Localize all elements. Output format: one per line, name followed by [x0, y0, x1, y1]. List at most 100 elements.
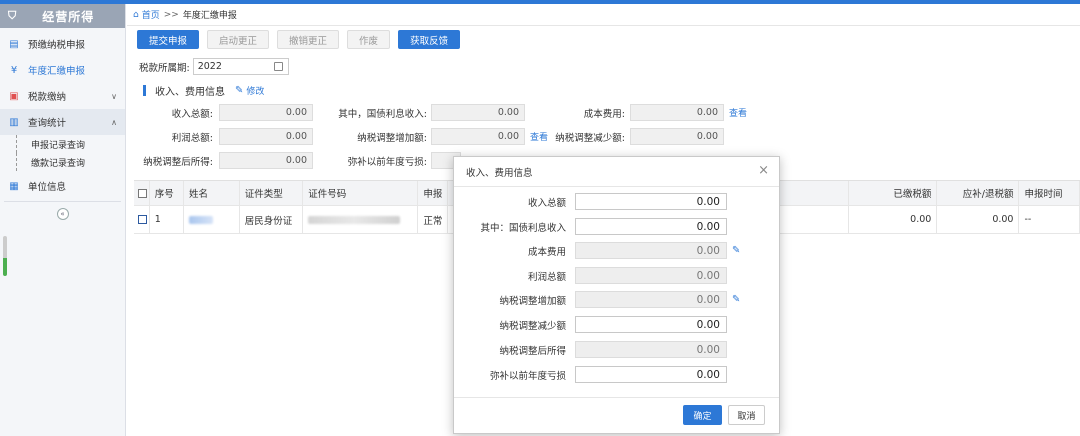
total-income-input: 0.00	[219, 104, 313, 121]
cell-due-refund: 0.00	[937, 206, 1020, 233]
sidebar-item-payment[interactable]: ▣ 税款缴纳 ∨	[0, 83, 125, 109]
field-tax-adj-increase: 纳税调整增加额: 0.00 查看	[313, 128, 548, 145]
tax-period-input[interactable]: 2022	[192, 58, 289, 75]
bond-interest-input: 0.00	[431, 104, 525, 121]
tax-adj-increase-input: 0.00	[431, 128, 525, 145]
cancel-correction-button[interactable]: 撤销更正	[277, 30, 340, 49]
edit-pen-icon: ✎	[235, 85, 244, 96]
total-income-field[interactable]: 0.00	[575, 193, 727, 210]
sidebar-item-label: 年度汇缴申报	[28, 66, 86, 77]
dialog-label: 纳税调整后所得	[499, 345, 566, 357]
payment-icon: ▣	[9, 90, 19, 102]
sidebar-item-label: 预缴纳税申报	[28, 40, 86, 51]
void-button[interactable]: 作废	[347, 30, 391, 49]
total-profit-input: 0.00	[219, 128, 313, 145]
field-adjusted-income: 纳税调整后所得: 0.00	[137, 152, 313, 169]
adjusted-income-field: 0.00	[575, 341, 727, 358]
field-label: 纳税调整增加额:	[357, 132, 427, 144]
cell-id-type: 居民身份证	[240, 206, 304, 233]
header-name: 姓名	[184, 181, 240, 205]
edit-link[interactable]: ✎ 修改	[235, 84, 264, 97]
sidebar-divider	[4, 201, 121, 202]
dialog-label: 收入总额	[527, 197, 566, 209]
field-label: 纳税调整后所得:	[143, 156, 213, 168]
sidebar-subitem-payment-records[interactable]: 缴款记录查询	[16, 153, 125, 171]
dialog-row-total-income: 收入总额 0.00	[454, 193, 727, 210]
prior-loss-field[interactable]: 0.00	[575, 366, 727, 383]
yen-circle-icon: ¥	[10, 64, 18, 76]
cost-field: 0.00	[575, 242, 727, 259]
collapse-sidebar-icon[interactable]: «	[56, 208, 69, 220]
sidebar-item-label: 税款缴纳	[28, 92, 67, 103]
cell-declaration: 正常	[418, 206, 448, 233]
adjusted-income-input: 0.00	[219, 152, 313, 169]
select-all-checkbox[interactable]	[138, 188, 147, 198]
sidebar-subitem-declaration-records[interactable]: 申报记录查询	[16, 135, 125, 153]
edit-cost-icon[interactable]: ✎	[732, 245, 740, 256]
scrollbar[interactable]	[3, 236, 7, 276]
dialog-title: 收入、费用信息	[466, 167, 533, 179]
submit-declaration-button[interactable]: 提交申报	[137, 30, 200, 49]
header-no: 序号	[150, 181, 184, 205]
tax-adj-decrease-field[interactable]: 0.00	[575, 316, 727, 333]
sidebar-item-label: 查询统计	[28, 118, 67, 129]
dialog-row-cost: 成本费用 0.00 ✎	[454, 242, 740, 259]
redacted-id-number	[308, 215, 401, 224]
dialog-label: 弥补以前年度亏损	[489, 370, 566, 382]
redacted-name	[188, 215, 213, 224]
start-correction-button[interactable]: 启动更正	[207, 30, 270, 49]
home-icon: ⌂	[133, 9, 139, 20]
field-label: 利润总额:	[171, 132, 213, 144]
view-cost-link[interactable]: 查看	[729, 106, 747, 119]
confirm-button[interactable]: 确定	[683, 405, 722, 425]
dialog-header: 收入、费用信息 ×	[454, 157, 779, 187]
field-bond-interest: 其中，国债利息收入: 0.00	[313, 104, 525, 121]
edit-tax-adj-icon[interactable]: ✎	[732, 294, 740, 305]
dialog-label: 利润总额	[527, 271, 566, 283]
header-declaration: 申报	[418, 181, 448, 205]
breadcrumb-current: 年度汇缴申报	[182, 11, 237, 21]
cell-paid-tax: 0.00	[849, 206, 938, 233]
header-declaration-time: 申报时间	[1019, 181, 1080, 205]
field-total-income: 收入总额: 0.00	[137, 104, 313, 121]
tax-period-label: 税款所属期:	[139, 62, 190, 74]
section-title: 收入、费用信息 ✎ 修改	[143, 83, 264, 98]
table-icon: ▦	[9, 180, 19, 192]
breadcrumb: ⌂ 首页 >> 年度汇缴申报	[127, 4, 1080, 26]
field-label: 成本费用:	[583, 108, 625, 120]
view-tax-adj-link[interactable]: 查看	[530, 130, 548, 143]
dialog-row-prior-loss: 弥补以前年度亏损 0.00	[454, 366, 727, 383]
close-icon[interactable]: ×	[758, 164, 769, 177]
dialog-row-bond-interest: 其中：国债利息收入 0.00	[454, 218, 727, 235]
dialog-row-adjusted-income: 纳税调整后所得 0.00	[454, 341, 727, 358]
calendar-icon[interactable]	[273, 62, 283, 71]
chevron-down-icon: ∨	[111, 91, 117, 101]
bond-interest-field[interactable]: 0.00	[575, 218, 727, 235]
tax-adj-increase-field: 0.00	[575, 291, 727, 308]
cost-input: 0.00	[630, 104, 724, 121]
cancel-button[interactable]: 取消	[728, 405, 765, 425]
edit-link-text: 修改	[246, 87, 265, 97]
field-cost: 成本费用: 0.00 查看	[557, 104, 747, 121]
sidebar: ⛉ 经营所得 ▤ 预缴纳税申报 ¥ 年度汇缴申报 ▣ 税款缴纳 ∨ ▥ 查询统计…	[0, 4, 126, 436]
brand-title: 经营所得	[42, 9, 95, 24]
dialog-label: 纳税调整增加额	[499, 295, 566, 307]
row-checkbox[interactable]	[138, 215, 147, 224]
dialog-label: 其中：国债利息收入	[480, 222, 566, 234]
get-feedback-button[interactable]: 获取反馈	[398, 30, 461, 49]
dialog-label: 成本费用	[527, 246, 566, 258]
breadcrumb-home[interactable]: 首页	[142, 8, 160, 21]
field-prior-loss: 弥补以前年度亏损:	[313, 152, 461, 169]
sidebar-item-unit-info[interactable]: ▦ 单位信息	[0, 173, 125, 199]
brand-logo-icon: ⛉	[8, 9, 17, 22]
sidebar-item-annual[interactable]: ¥ 年度汇缴申报	[0, 57, 125, 83]
dialog-footer: 确定 取消	[454, 397, 779, 433]
sidebar-item-prepay[interactable]: ▤ 预缴纳税申报	[0, 31, 125, 57]
toolbar: 提交申报 启动更正 撤销更正 作废 获取反馈	[137, 30, 461, 49]
sidebar-header: ⛉ 经营所得	[0, 4, 125, 28]
sidebar-item-query[interactable]: ▥ 查询统计 ∧	[0, 109, 125, 135]
breadcrumb-separator: >>	[163, 9, 179, 20]
header-id-type: 证件类型	[240, 181, 304, 205]
section-marker	[143, 85, 146, 96]
field-label: 弥补以前年度亏损:	[347, 156, 427, 168]
